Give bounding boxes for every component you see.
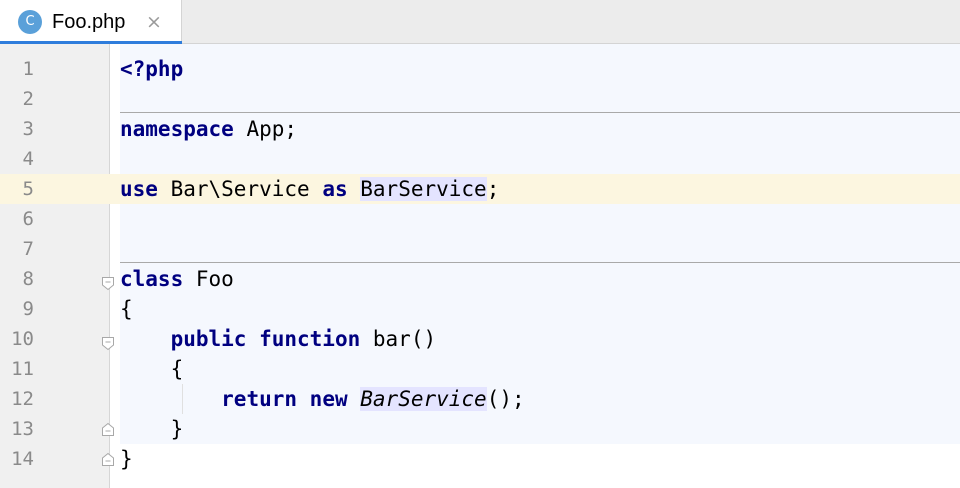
line-number: 6 bbox=[22, 208, 34, 230]
code-text[interactable]: <?php bbox=[120, 54, 183, 84]
keyword-token: class bbox=[120, 267, 184, 291]
code-token: (); bbox=[486, 387, 525, 411]
line-number: 2 bbox=[22, 88, 34, 110]
code-line[interactable]: 4 bbox=[0, 144, 960, 174]
code-line[interactable]: 3 namespace App; bbox=[0, 114, 960, 144]
code-line[interactable]: 2 bbox=[0, 84, 960, 114]
fold-collapse-icon[interactable] bbox=[101, 336, 115, 351]
tab-foo-php[interactable]: C Foo.php × bbox=[0, 0, 182, 45]
code-token: Foo bbox=[183, 267, 234, 291]
editor-tab-bar: C Foo.php × bbox=[0, 0, 960, 45]
keyword-token: function bbox=[259, 327, 361, 351]
code-text[interactable]: } bbox=[120, 414, 184, 444]
highlighted-identifier: BarService bbox=[360, 177, 487, 201]
code-text[interactable]: { bbox=[120, 294, 133, 324]
line-number: 1 bbox=[22, 58, 34, 80]
code-editor[interactable]: 1 <?php 2 3 namespace App; 4 5 use Bar\Service … bbox=[0, 44, 960, 488]
tab-label: Foo.php bbox=[52, 11, 126, 33]
code-line[interactable]: 8 class Foo bbox=[0, 264, 960, 294]
highlighted-identifier: BarService bbox=[360, 387, 487, 411]
line-number: 8 bbox=[22, 268, 34, 290]
code-token: { bbox=[120, 357, 184, 381]
fold-end-icon[interactable] bbox=[101, 452, 115, 467]
code-line[interactable]: 5 use Bar\Service as BarService; bbox=[0, 174, 960, 204]
line-number: 5 bbox=[22, 178, 34, 200]
code-token: bar() bbox=[360, 327, 437, 351]
line-number: 12 bbox=[11, 388, 34, 410]
php-class-icon: C bbox=[18, 10, 42, 34]
code-text[interactable]: { bbox=[120, 354, 184, 384]
code-text[interactable]: namespace App; bbox=[120, 114, 297, 144]
code-text[interactable]: return new BarService(); bbox=[120, 384, 525, 414]
code-line[interactable]: 7 bbox=[0, 234, 960, 264]
code-text[interactable]: public function bar() bbox=[120, 324, 437, 354]
fold-end-icon[interactable] bbox=[101, 422, 115, 437]
code-line[interactable]: 12 return new BarService(); bbox=[0, 384, 960, 414]
code-token: { bbox=[120, 297, 133, 321]
keyword-token: use bbox=[120, 177, 158, 201]
close-icon[interactable]: × bbox=[146, 11, 162, 33]
code-token: } bbox=[120, 447, 133, 471]
code-line[interactable]: 11 { bbox=[0, 354, 960, 384]
keyword-token: new bbox=[309, 387, 348, 411]
code-token: App; bbox=[233, 117, 298, 141]
keyword-token: public bbox=[170, 327, 247, 351]
fold-collapse-icon[interactable] bbox=[101, 276, 115, 291]
code-text[interactable]: use Bar\Service as BarService; bbox=[120, 174, 499, 204]
line-number: 4 bbox=[22, 148, 34, 170]
code-line[interactable]: 10 public function bar() bbox=[0, 324, 960, 354]
code-token: } bbox=[120, 417, 184, 441]
line-number: 14 bbox=[11, 448, 34, 470]
code-line[interactable]: 9{ bbox=[0, 294, 960, 324]
code-token: Bar\Service bbox=[157, 177, 323, 201]
code-token: ; bbox=[486, 177, 500, 201]
keyword-token: <?php bbox=[120, 57, 184, 81]
keyword-token: as bbox=[322, 177, 348, 201]
keyword-token: namespace bbox=[120, 117, 234, 141]
line-number: 11 bbox=[11, 358, 34, 380]
code-line[interactable]: 6 bbox=[0, 204, 960, 234]
line-number: 3 bbox=[22, 118, 34, 140]
code-line[interactable]: 13 } bbox=[0, 414, 960, 444]
keyword-token: return bbox=[221, 387, 298, 411]
line-number: 10 bbox=[11, 328, 34, 350]
line-number: 9 bbox=[22, 298, 34, 320]
code-line[interactable]: 14} bbox=[0, 444, 960, 474]
line-number: 7 bbox=[22, 238, 34, 260]
code-text[interactable]: } bbox=[120, 444, 133, 474]
code-text[interactable]: class Foo bbox=[120, 264, 234, 294]
code-line[interactable]: 1 <?php bbox=[0, 54, 960, 84]
line-number: 13 bbox=[11, 418, 34, 440]
